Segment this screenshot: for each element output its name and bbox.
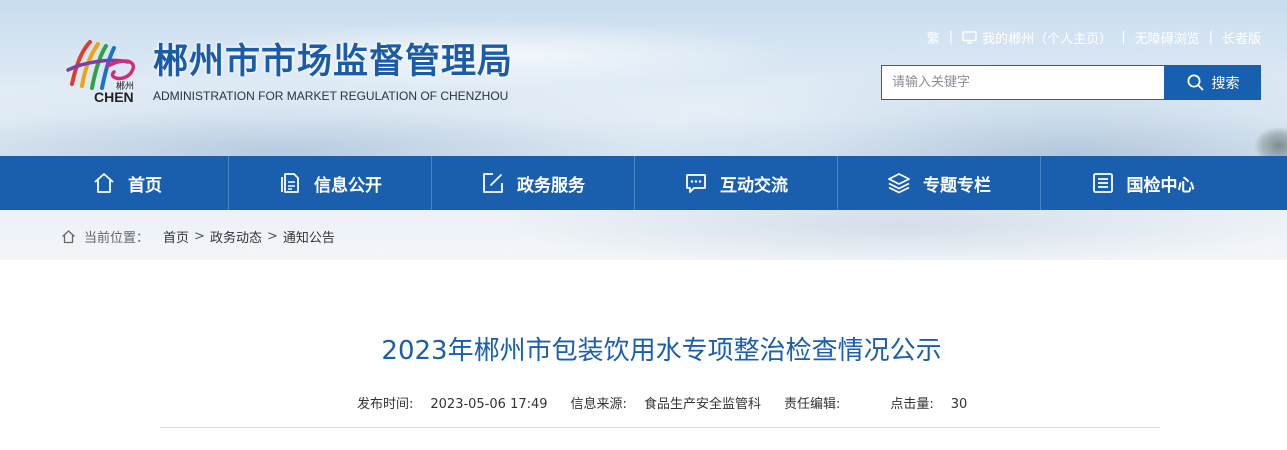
home-icon: [94, 173, 114, 193]
responsible-editor-label: 责任编辑:: [783, 397, 841, 412]
list-icon: [1092, 173, 1113, 193]
monitor-icon: [962, 30, 977, 44]
layers-icon: [888, 173, 910, 194]
info-source-label: 信息来源:: [570, 397, 627, 412]
breadcrumb-background-mist: [500, 210, 1287, 260]
nav-item-special-topics[interactable]: 专题专栏: [838, 156, 1041, 210]
top-links-separator: |: [1121, 29, 1126, 45]
publish-time-label: 发布时间:: [357, 397, 414, 412]
nav-item-info-disclosure[interactable]: 信息公开: [229, 156, 432, 210]
breadcrumb-item-home[interactable]: 首页: [163, 227, 189, 246]
publish-time-value: 2023-05-06 17:49: [430, 397, 548, 412]
search-bar: 搜索: [881, 65, 1261, 100]
top-links: 繁 | 我的郴州（个人主页） | 无障碍浏览 | 长者版: [927, 28, 1261, 47]
nav-item-label: 首页: [128, 175, 162, 196]
site-logo[interactable]: 郴州 CHEN: [64, 36, 146, 104]
traditional-chinese-link[interactable]: 繁: [927, 28, 940, 47]
nav-item-home[interactable]: 首页: [26, 156, 229, 210]
breadcrumb-separator: >: [266, 229, 278, 244]
accessible-browsing-link[interactable]: 无障碍浏览: [1135, 28, 1200, 47]
edit-icon: [483, 173, 503, 193]
nav-item-label: 互动交流: [720, 175, 788, 196]
hit-count-label: 点击量:: [890, 397, 934, 412]
search-button[interactable]: 搜索: [1165, 65, 1261, 100]
header-background-rock: [1255, 128, 1287, 156]
nav-item-label: 信息公开: [314, 175, 382, 196]
info-source-value: 食品生产安全监管科: [643, 397, 761, 412]
breadcrumb-band: 当前位置： 首页 > 政务动态 > 通知公告: [0, 210, 1287, 260]
search-input[interactable]: [881, 65, 1165, 100]
my-chenzhou-link[interactable]: 我的郴州（个人主页）: [962, 28, 1112, 47]
article-title: 2023年郴州市包装饮用水专项整治检查情况公示: [381, 336, 942, 366]
main-nav: 首页 信息公开 政务服务 互动交流 专题专栏 国检中心: [0, 156, 1287, 210]
document-icon: [281, 173, 299, 193]
breadcrumb-label: 当前位置：: [84, 231, 150, 246]
elder-version-link[interactable]: 长者版: [1222, 28, 1261, 47]
breadcrumb-separator: >: [194, 229, 205, 244]
top-links-separator: |: [1208, 29, 1213, 45]
home-outline-icon: [62, 230, 75, 244]
nav-item-government-services[interactable]: 政务服务: [432, 156, 635, 210]
nav-item-label: 专题专栏: [923, 175, 991, 196]
nav-item-inspection-center[interactable]: 国检中心: [1041, 156, 1244, 210]
search-button-label: 搜索: [1211, 75, 1240, 92]
my-chenzhou-label: 我的郴州（个人主页）: [982, 31, 1113, 47]
search-icon: [1187, 74, 1203, 91]
top-links-separator: |: [948, 29, 954, 45]
logo-word-text: CHEN: [94, 89, 134, 104]
site-title: 郴州市市场监督管理局: [153, 42, 514, 82]
nav-item-label: 政务服务: [517, 175, 585, 196]
nav-item-interaction[interactable]: 互动交流: [635, 156, 838, 210]
hit-count-value: 30: [950, 397, 968, 412]
breadcrumb: 当前位置： 首页 > 政务动态 > 通知公告: [61, 227, 335, 246]
breadcrumb-item-notices[interactable]: 通知公告: [283, 227, 335, 246]
site-subtitle: ADMINISTRATION FOR MARKET REGULATION OF …: [153, 89, 509, 103]
breadcrumb-item-government-news[interactable]: 政务动态: [210, 227, 262, 246]
nav-item-label: 国检中心: [1126, 175, 1195, 196]
chat-icon: [686, 174, 706, 193]
article-divider: [160, 427, 1160, 428]
article-meta: 发布时间: 2023-05-06 17:49 信息来源: 食品生产安全监管科 责…: [357, 396, 990, 414]
site-header: 郴州 CHEN 郴州市市场监督管理局 ADMINISTRATION FOR MA…: [0, 0, 1287, 156]
